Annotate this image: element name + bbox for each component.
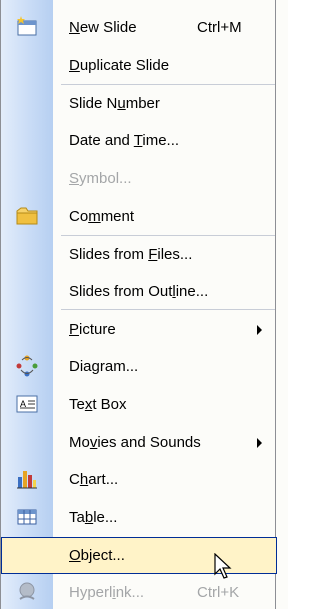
- hyperlink-icon: [15, 580, 39, 604]
- menu-item-slide-number[interactable]: Slide Number: [1, 85, 277, 122]
- menu-item-slides-from-files[interactable]: Slides from Files...: [1, 236, 277, 273]
- menu-item-label: Text Box: [69, 396, 127, 413]
- menu-item-symbol[interactable]: Symbol...: [1, 160, 277, 197]
- menu-item-label: Hyperlink...: [69, 584, 145, 601]
- menu-item-label: Diagram...: [69, 358, 139, 375]
- menu-item-label: Date and Time...: [69, 132, 180, 149]
- menu-item-duplicate-slide[interactable]: Duplicate Slide: [1, 47, 277, 84]
- menu-item-table[interactable]: Table...: [1, 499, 277, 536]
- menu-item-movies-and-sounds[interactable]: Movies and Sounds: [1, 424, 277, 461]
- menu-item-hyperlink[interactable]: Hyperlink... Ctrl+K: [1, 574, 277, 611]
- menu-item-label: Chart...: [69, 471, 119, 488]
- menu-item-label: Picture: [69, 321, 116, 338]
- insert-menu: New Slide Ctrl+M Duplicate Slide Slide N…: [0, 0, 288, 609]
- submenu-arrow-icon: [257, 325, 262, 335]
- menu-item-chart[interactable]: Chart...: [1, 461, 277, 498]
- menu-item-object[interactable]: Object...: [1, 537, 277, 574]
- diagram-icon: [15, 354, 39, 378]
- menu-item-shortcut: Ctrl+M: [197, 19, 242, 36]
- menu-item-label: Table...: [69, 509, 118, 526]
- menu-item-slides-from-outline[interactable]: Slides from Outline...: [1, 273, 277, 310]
- comment-icon: [15, 204, 39, 228]
- table-icon: [15, 505, 39, 529]
- menu-item-label: Object...: [69, 547, 125, 564]
- menu-item-label: Movies and Sounds: [69, 434, 201, 451]
- menu-item-label: Symbol...: [69, 170, 132, 187]
- menu-frame: New Slide Ctrl+M Duplicate Slide Slide N…: [0, 0, 277, 611]
- menu-item-label: Slides from Outline...: [69, 283, 209, 300]
- menu-item-text-box[interactable]: A Text Box: [1, 386, 277, 423]
- menu-item-comment[interactable]: Comment: [1, 198, 277, 235]
- menu-item-label: Comment: [69, 208, 135, 225]
- menu-item-picture[interactable]: Picture: [1, 311, 277, 348]
- menu-item-date-and-time[interactable]: Date and Time...: [1, 122, 277, 159]
- menu-item-label: Slide Number: [69, 95, 160, 112]
- text-box-icon: A: [15, 392, 39, 416]
- mouse-pointer-icon: [214, 552, 234, 581]
- menu-item-new-slide[interactable]: New Slide Ctrl+M: [1, 9, 277, 46]
- submenu-arrow-icon: [257, 438, 262, 448]
- menu-item-label: New Slide: [69, 19, 137, 36]
- new-slide-icon: [15, 15, 39, 39]
- menu-item-label: Duplicate Slide: [69, 57, 170, 74]
- menu-item-diagram[interactable]: Diagram...: [1, 348, 277, 385]
- menu-item-label: Slides from Files...: [69, 246, 193, 263]
- chart-icon: [15, 467, 39, 491]
